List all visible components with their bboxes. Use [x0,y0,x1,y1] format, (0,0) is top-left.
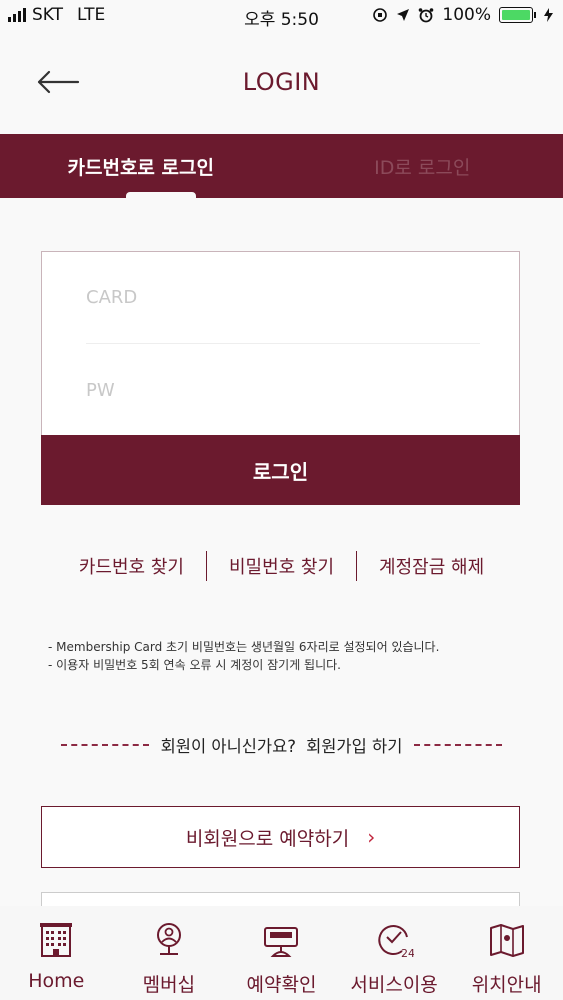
card-number-input[interactable] [86,287,480,308]
bottom-nav-membership[interactable]: 멤버십 [113,906,226,1000]
status-right: 100% [372,5,553,25]
service-clock-icon: 24 [378,925,414,960]
dashed-divider-left [60,744,149,746]
find-card-number-link[interactable]: 카드번호 찾기 [57,553,206,579]
signup-prompt: 회원이 아니신가요? 회원가입 하기 [0,730,563,760]
charging-bolt-icon [544,8,553,22]
bottom-nav-location-label: 위치안내 [471,974,542,996]
login-notes: - Membership Card 초기 비밀번호는 생년월일 6자리로 설정되… [48,638,439,674]
login-form: 로그인 [41,251,520,505]
bottom-nav-home-label: Home [28,970,85,992]
password-input[interactable] [86,379,480,401]
svg-text:24: 24 [401,947,414,960]
bottom-nav-reservation[interactable]: 예약확인 [225,906,338,1000]
bottom-nav-location[interactable]: 위치안내 [450,906,563,1000]
battery-icon [499,7,536,23]
bottom-nav-home[interactable]: Home [0,906,113,1000]
find-password-link[interactable]: 비밀번호 찾기 [207,553,356,579]
bottom-navigation: Home 멤버십 예약확인 24 서비스이용 위치안내 [0,906,563,1000]
unlock-account-link[interactable]: 계정잠금 해제 [357,553,506,579]
orientation-lock-icon [373,8,388,22]
tab-id-login-label: ID로 로그인 [374,156,471,179]
tab-active-indicator [126,192,196,198]
tab-id-login[interactable]: ID로 로그인 [282,134,563,198]
note-initial-password: - Membership Card 초기 비밀번호는 생년월일 6자리로 설정되… [48,640,440,654]
location-arrow-icon [397,9,410,21]
tab-card-login[interactable]: 카드번호로 로그인 [0,134,282,198]
member-medal-icon [156,923,181,955]
note-account-lock: - 이용자 비밀번호 5회 연속 오류 시 계정이 잠기게 됩니다. [48,658,341,672]
page-title: LOGIN [242,68,321,96]
hotel-building-icon [40,923,73,957]
signup-link[interactable]: 회원가입 하기 [306,733,402,757]
guest-reservation-label: 비회원으로 예약하기 [185,827,350,850]
bottom-nav-service[interactable]: 24 서비스이용 [338,906,451,1000]
reservation-bell-icon [264,927,299,957]
chevron-right-icon: › [367,825,376,849]
dashed-divider-right [414,744,503,746]
map-icon [489,924,524,957]
password-field-row [86,344,480,436]
nav-bar: LOGIN [0,48,563,118]
bottom-nav-membership-label: 멤버십 [142,974,196,996]
login-tab-bar: 카드번호로 로그인 ID로 로그인 [0,134,563,198]
signup-question: 회원이 아니신가요? [160,737,297,756]
tab-card-login-label: 카드번호로 로그인 [67,156,214,179]
bottom-nav-service-label: 서비스이용 [350,974,438,996]
alarm-clock-icon [419,8,434,23]
bottom-nav-reservation-label: 예약확인 [246,974,317,996]
login-button[interactable]: 로그인 [41,435,520,505]
battery-percent: 100% [442,5,491,25]
help-links: 카드번호 찾기 비밀번호 찾기 계정잠금 해제 [0,546,563,586]
status-bar: SKT LTE 오후 5:50 100% [0,0,563,30]
guest-reservation-button[interactable]: 비회원으로 예약하기 › [41,806,520,868]
card-field-row [86,252,480,344]
